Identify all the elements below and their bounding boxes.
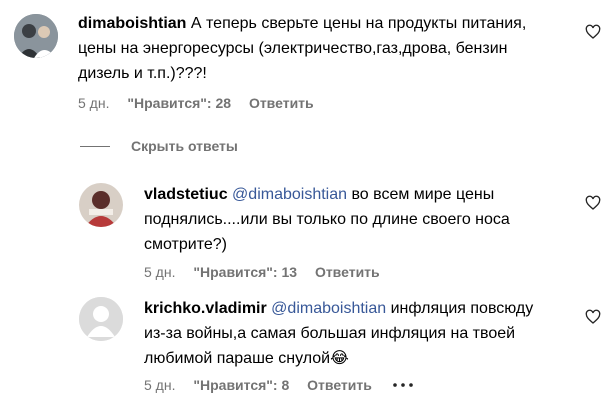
laughing-emoji: 😂 — [330, 350, 349, 367]
comment-mention[interactable]: @dimaboishtian — [232, 186, 347, 203]
likes-count[interactable]: "Нравится": 8 — [193, 377, 289, 393]
avatar[interactable] — [79, 297, 123, 341]
comment-body: krichko.vladimir @dimaboishtian инфляция… — [144, 296, 584, 371]
comment-text-line: смотрите?) — [144, 236, 227, 253]
heart-icon[interactable] — [585, 309, 601, 325]
comment-meta: 5 дн. "Нравится": 8 Ответить — [144, 377, 372, 393]
reply-button[interactable]: Ответить — [315, 264, 380, 280]
more-options-icon[interactable] — [392, 378, 414, 392]
avatar[interactable] — [79, 183, 123, 227]
comment-text-line: дизель и т.п.)???! — [78, 65, 207, 82]
likes-count[interactable]: "Нравится": 13 — [193, 264, 297, 280]
default-avatar-icon — [79, 297, 123, 341]
comment-text-line: любимой параше снулой — [144, 350, 331, 367]
comment-body: dimaboishtian А теперь сверьте цены на п… — [78, 11, 578, 86]
comment-text-line: цены на энергоресурсы (электричество,газ… — [78, 40, 508, 57]
heart-icon[interactable] — [585, 195, 601, 211]
comment-username[interactable]: krichko.vladimir — [144, 300, 267, 317]
comment-text-line: А теперь сверьте цены на продукты питани… — [190, 15, 527, 32]
comment-time[interactable]: 5 дн. — [78, 95, 109, 111]
heart-icon[interactable] — [585, 24, 601, 40]
likes-count[interactable]: "Нравится": 28 — [127, 95, 231, 111]
hide-replies-button[interactable]: Скрыть ответы — [131, 138, 238, 154]
comment-meta: 5 дн. "Нравится": 13 Ответить — [144, 264, 380, 280]
comment-text-line: из-за войны,а самая большая инфляция на … — [144, 325, 516, 342]
comment-body: vladstetiuc @dimaboishtian во всем мире … — [144, 182, 584, 257]
reply-button[interactable]: Ответить — [307, 377, 372, 393]
comment-text-line: инфляция повсюду — [390, 300, 534, 317]
comment-time[interactable]: 5 дн. — [144, 377, 175, 393]
comment-text-line: поднялись....или вы только по длине свое… — [144, 211, 510, 228]
comment-mention[interactable]: @dimaboishtian — [271, 300, 386, 317]
avatar-photo — [79, 183, 123, 227]
comment-text-line: во всем мире цены — [351, 186, 495, 203]
comment-username[interactable]: vladstetiuc — [144, 186, 228, 203]
comment-meta: 5 дн. "Нравится": 28 Ответить — [78, 95, 314, 111]
avatar-photo — [14, 14, 58, 58]
reply-button[interactable]: Ответить — [249, 95, 314, 111]
avatar[interactable] — [14, 14, 58, 58]
comment-time[interactable]: 5 дн. — [144, 264, 175, 280]
comment-username[interactable]: dimaboishtian — [78, 15, 186, 32]
replies-divider — [80, 146, 110, 147]
